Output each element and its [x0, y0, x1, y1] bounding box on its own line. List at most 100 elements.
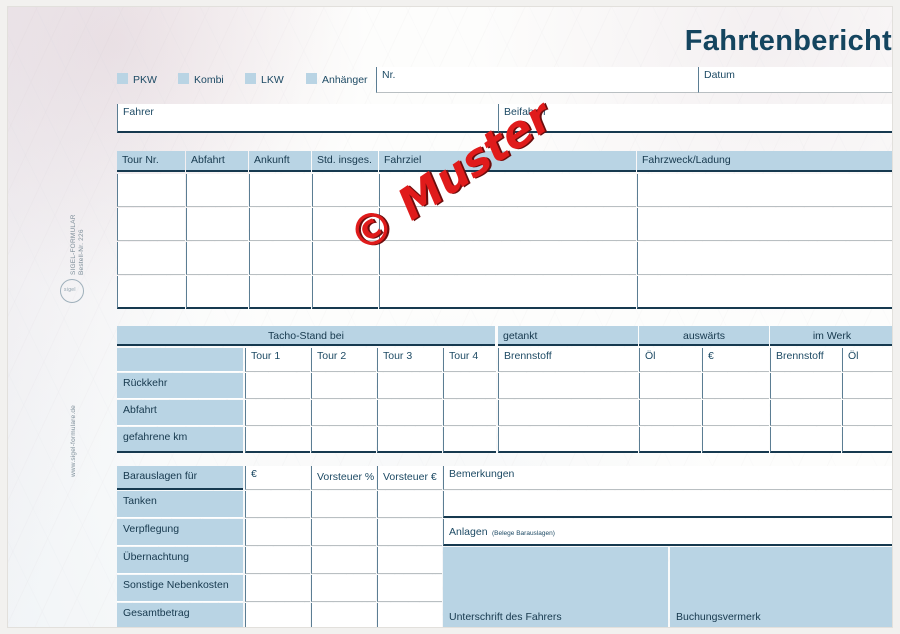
expense-row-label-sonstige-nebenkosten: Sonstige Nebenkosten — [117, 575, 243, 602]
fahrer-field[interactable]: Fahrer — [117, 104, 498, 133]
tacho-cell[interactable] — [702, 427, 769, 453]
tacho-row-label-rueckkehr: Rückkehr — [117, 373, 243, 399]
tacho-col-header-tour-2: Tour 2 — [311, 348, 376, 372]
tour-cell[interactable] — [312, 174, 378, 207]
tour-cell[interactable] — [637, 174, 892, 207]
tour-cell[interactable] — [379, 208, 636, 241]
bemerkungen-input[interactable] — [443, 491, 892, 518]
tacho-cell[interactable] — [443, 400, 496, 426]
checkbox-pkw[interactable] — [117, 73, 128, 84]
signature-box[interactable]: Unterschrift des Fahrers — [443, 547, 668, 627]
tour-col-header-tour-nr: Tour Nr. — [117, 151, 185, 172]
tacho-cell[interactable] — [245, 400, 310, 426]
beifahrer-field[interactable]: Beifahrer — [498, 104, 892, 133]
tour-col-header-abfahrt: Abfahrt — [186, 151, 248, 172]
expense-cell[interactable] — [311, 491, 376, 518]
form-body: Fahrtenbericht PKW Kombi LKW Anhänger Nr… — [108, 7, 892, 627]
tacho-cell[interactable] — [245, 427, 310, 453]
tacho-cell[interactable] — [377, 400, 442, 426]
tacho-col-header-blank — [117, 348, 243, 372]
booking-note-box[interactable]: Buchungsvermerk — [670, 547, 892, 627]
expense-col-header-vorsteuer-euro: Vorsteuer € — [377, 466, 442, 490]
tacho-col-header-tour-3: Tour 3 — [377, 348, 442, 372]
tacho-cell[interactable] — [770, 427, 841, 453]
checkbox-anhaenger[interactable] — [306, 73, 317, 84]
tacho-cell[interactable] — [443, 373, 496, 399]
tour-cell[interactable] — [312, 208, 378, 241]
tacho-cell[interactable] — [498, 373, 638, 399]
tour-cell[interactable] — [379, 276, 636, 309]
expense-cell-total[interactable] — [245, 603, 310, 627]
expense-cell[interactable] — [245, 575, 310, 602]
tour-cell[interactable] — [117, 242, 185, 275]
page-title: Fahrtenbericht — [684, 25, 892, 57]
datum-field[interactable]: Datum — [698, 67, 892, 93]
tour-cell[interactable] — [186, 242, 248, 275]
tacho-cell[interactable] — [842, 400, 892, 426]
expense-row-label-uebernachtung: Übernachtung — [117, 547, 243, 574]
expense-cell-total[interactable] — [377, 603, 442, 627]
tacho-cell[interactable] — [770, 400, 841, 426]
group-header-getankt: getankt — [498, 326, 638, 346]
expense-cell[interactable] — [311, 519, 376, 546]
expense-cell[interactable] — [377, 491, 442, 518]
expense-cell[interactable] — [245, 519, 310, 546]
expense-cell[interactable] — [377, 519, 442, 546]
expense-cell[interactable] — [311, 575, 376, 602]
datum-label: Datum — [704, 69, 735, 81]
tacho-cell[interactable] — [443, 427, 496, 453]
tacho-cell[interactable] — [770, 373, 841, 399]
tour-cell[interactable] — [186, 174, 248, 207]
signature-label: Unterschrift des Fahrers — [449, 611, 562, 623]
tacho-cell[interactable] — [639, 427, 701, 453]
tour-cell[interactable] — [249, 276, 311, 309]
tacho-cell[interactable] — [498, 400, 638, 426]
group-header-im-werk: im Werk — [770, 326, 892, 346]
checkbox-lkw[interactable] — [245, 73, 256, 84]
expense-cell[interactable] — [377, 547, 442, 574]
tacho-cell[interactable] — [311, 400, 376, 426]
expense-cell[interactable] — [311, 547, 376, 574]
tour-cell[interactable] — [379, 242, 636, 275]
expense-cell[interactable] — [245, 547, 310, 574]
expense-cell[interactable] — [245, 491, 310, 518]
tacho-cell[interactable] — [311, 427, 376, 453]
expense-row-label-gesamtbetrag: Gesamtbetrag — [117, 603, 243, 627]
tour-cell[interactable] — [312, 276, 378, 309]
tacho-cell[interactable] — [311, 373, 376, 399]
tour-cell[interactable] — [249, 174, 311, 207]
brand-formular-code: SIGEL-FORMULAR — [70, 214, 77, 275]
sigel-logo-text: sigel — [64, 287, 76, 293]
tacho-cell[interactable] — [377, 427, 442, 453]
checkbox-label-lkw: LKW — [261, 74, 284, 86]
tour-cell[interactable] — [312, 242, 378, 275]
tacho-cell[interactable] — [639, 400, 701, 426]
sigel-logo: sigel — [60, 279, 84, 303]
tacho-cell[interactable] — [842, 427, 892, 453]
checkbox-label-anhaenger: Anhänger — [322, 74, 368, 86]
tour-cell[interactable] — [117, 208, 185, 241]
checkbox-kombi[interactable] — [178, 73, 189, 84]
beifahrer-label: Beifahrer — [504, 106, 547, 118]
tacho-cell[interactable] — [639, 373, 701, 399]
expense-cell-total[interactable] — [311, 603, 376, 627]
expense-cell[interactable] — [377, 575, 442, 602]
tacho-cell[interactable] — [377, 373, 442, 399]
tour-cell[interactable] — [637, 208, 892, 241]
tacho-cell[interactable] — [702, 400, 769, 426]
tour-cell[interactable] — [117, 174, 185, 207]
anlagen-field[interactable]: Anlagen (Belege Barauslagen) — [443, 519, 892, 546]
tacho-cell[interactable] — [498, 427, 638, 453]
tour-cell[interactable] — [186, 276, 248, 309]
tour-cell[interactable] — [637, 276, 892, 309]
tour-cell[interactable] — [249, 242, 311, 275]
tacho-cell[interactable] — [842, 373, 892, 399]
tacho-cell[interactable] — [245, 373, 310, 399]
tour-cell[interactable] — [117, 276, 185, 309]
tacho-cell[interactable] — [702, 373, 769, 399]
tour-cell[interactable] — [379, 174, 636, 207]
tour-cell[interactable] — [637, 242, 892, 275]
tour-cell[interactable] — [249, 208, 311, 241]
tour-cell[interactable] — [186, 208, 248, 241]
nr-field[interactable]: Nr. — [376, 67, 698, 93]
